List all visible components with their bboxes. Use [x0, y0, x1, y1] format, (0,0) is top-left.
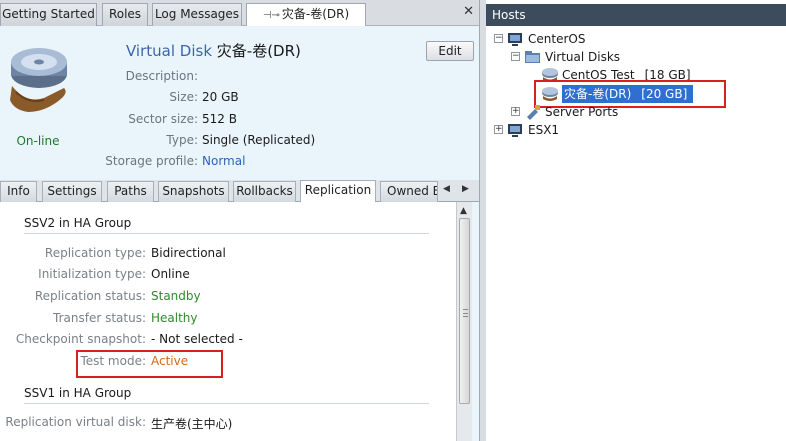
document-tab-bar: Getting Started Roles Log Messages ⊣⊸ 灾备-…	[0, 0, 479, 27]
tree-node-label: CenterOS	[528, 32, 586, 46]
collapse-icon[interactable]: −	[511, 52, 520, 61]
replication-type-row: Replication type: Bidirectional	[0, 246, 456, 264]
prop-sector-size: Sector size: 512 B	[0, 112, 479, 130]
tab-roles[interactable]: Roles	[102, 3, 148, 26]
tab-info[interactable]: Info	[0, 181, 37, 202]
grip-icon	[463, 309, 468, 317]
tab-snapshots[interactable]: Snapshots	[158, 181, 229, 202]
prop-label: Description:	[125, 69, 198, 83]
tree-node-label: ESX1	[528, 123, 560, 137]
field-label: Transfer status:	[53, 311, 146, 325]
server-icon	[508, 33, 522, 46]
field-label: Checkpoint snapshot:	[15, 332, 146, 346]
test-mode-highlight	[76, 350, 223, 378]
field-value: - Not selected -	[151, 332, 243, 346]
close-icon[interactable]: ✕	[463, 5, 474, 19]
prop-label: Sector size:	[128, 112, 198, 126]
tab-replication[interactable]: Replication	[300, 180, 376, 202]
field-value: Standby	[151, 289, 201, 303]
tab-scroll-left-icon[interactable]: ◀	[443, 184, 450, 194]
storage-profile-link[interactable]: Normal	[202, 154, 245, 168]
prop-value: 20 GB	[202, 90, 239, 104]
prop-label: Type:	[166, 133, 198, 147]
tree-node-label: Virtual Disks	[545, 50, 621, 64]
section-divider	[24, 403, 429, 404]
tree-node-virtual-disks[interactable]: − Virtual Disks	[511, 48, 771, 66]
expand-icon[interactable]: +	[494, 125, 503, 134]
tab-log-messages[interactable]: Log Messages	[152, 3, 242, 26]
hosts-header: Hosts	[486, 4, 786, 26]
prop-value: Single (Replicated)	[202, 133, 316, 147]
prop-label: Size:	[169, 90, 198, 104]
prop-type: Type: Single (Replicated)	[0, 133, 479, 151]
field-value: 生产卷(主中心)	[151, 417, 233, 431]
scrollbar-thumb[interactable]	[459, 218, 470, 404]
expand-icon[interactable]: +	[511, 107, 520, 116]
replication-status-row: Replication status: Standby	[0, 289, 456, 307]
vertical-scrollbar[interactable]: ▲	[456, 202, 472, 441]
tab-scroll-right-icon[interactable]: ▶	[462, 184, 469, 194]
tab-virtual-disk-dr-label: 灾备-卷(DR)	[281, 7, 350, 21]
checkpoint-snapshot-row: Checkpoint snapshot: - Not selected -	[0, 332, 456, 350]
prop-size: Size: 20 GB	[0, 90, 479, 108]
field-label: Replication status:	[34, 289, 146, 303]
prop-value: 512 B	[202, 112, 237, 126]
detail-tab-bar: Info Settings Paths Snapshots Rollbacks …	[0, 180, 479, 202]
field-label: Replication virtual disk:	[5, 415, 146, 429]
port-icon	[527, 105, 540, 120]
tree-node-label: Server Ports	[545, 105, 619, 119]
field-value: Healthy	[151, 311, 198, 325]
page-title: Virtual Disk 灾备-卷(DR)	[126, 40, 301, 61]
tab-paths[interactable]: Paths	[107, 181, 154, 202]
scroll-up-icon[interactable]: ▲	[460, 206, 467, 216]
tab-virtual-disk-dr[interactable]: ⊣⊸ 灾备-卷(DR)	[246, 3, 366, 27]
field-label: Replication type:	[44, 246, 146, 260]
tree-node-esx1[interactable]: + ESX1	[494, 121, 774, 139]
prop-storage-profile: Storage profile: Normal	[0, 154, 479, 172]
tree-node-server-ports[interactable]: + Server Ports	[511, 103, 771, 121]
tree-node-centeros[interactable]: − CenterOS	[494, 30, 774, 48]
disk-name: 灾备-卷(DR)	[216, 42, 301, 60]
disk-kind: Virtual Disk	[126, 42, 213, 60]
prop-description: Description:	[0, 69, 479, 87]
section-title: SSV2 in HA Group	[24, 216, 132, 230]
tab-owned-by[interactable]: Owned B	[380, 181, 438, 202]
tab-settings[interactable]: Settings	[42, 181, 102, 202]
folder-icon	[525, 51, 540, 63]
section-title: SSV1 in HA Group	[24, 386, 132, 400]
prop-label: Storage profile:	[105, 154, 198, 168]
field-value: Bidirectional	[151, 246, 226, 260]
hosts-pane: Hosts − CenterOS − Virtual Disks CentOS …	[486, 0, 786, 441]
replication-panel: SSV2 in HA Group Replication type: Bidir…	[0, 202, 456, 441]
tab-getting-started[interactable]: Getting Started	[0, 3, 97, 26]
section-divider	[24, 233, 429, 234]
collapse-icon[interactable]: −	[494, 34, 503, 43]
transfer-status-row: Transfer status: Healthy	[0, 311, 456, 329]
tab-rollbacks[interactable]: Rollbacks	[233, 181, 296, 202]
test-mode-row: Test mode: Active	[0, 354, 456, 372]
replication-virtual-disk-row: Replication virtual disk: 生产卷(主中心)	[0, 415, 456, 433]
initialization-type-row: Initialization type: Online	[0, 267, 456, 285]
disk-header: On-line Virtual Disk 灾备-卷(DR) Edit Descr…	[0, 26, 479, 176]
pin-icon[interactable]: ⊣⊸	[263, 10, 280, 21]
server-icon	[508, 124, 522, 137]
field-label: Initialization type:	[38, 267, 146, 281]
field-value: Online	[151, 267, 190, 281]
details-pane: Getting Started Roles Log Messages ⊣⊸ 灾备-…	[0, 0, 480, 441]
edit-button[interactable]: Edit	[426, 41, 474, 61]
